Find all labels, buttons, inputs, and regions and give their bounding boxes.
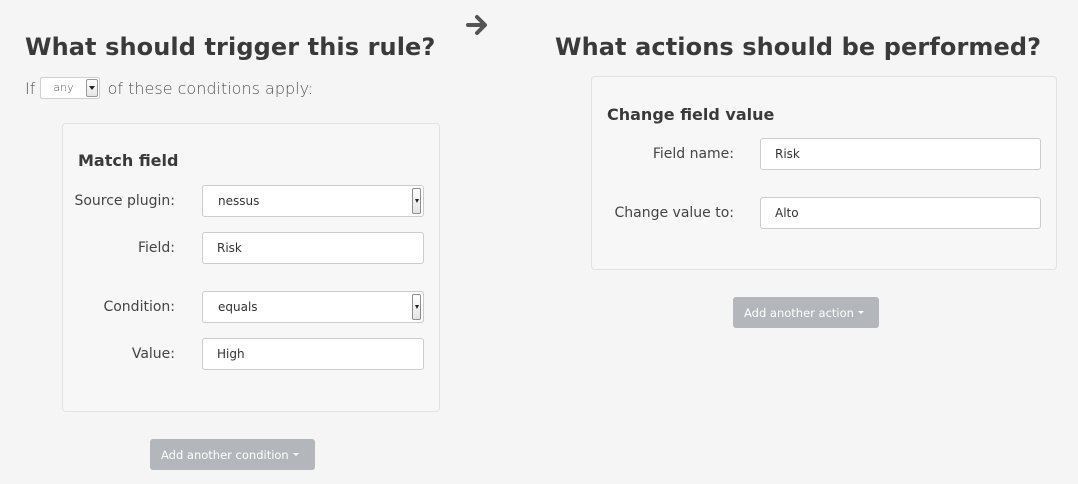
match-mode-select[interactable]: any	[40, 77, 100, 99]
trigger-section: What should trigger this rule? If any of…	[0, 0, 470, 484]
chevron-down-icon	[412, 188, 421, 214]
caret-down-icon	[292, 453, 299, 456]
source-plugin-select[interactable]: nessus	[202, 185, 424, 217]
actions-section: What actions should be performed? Change…	[540, 0, 1078, 484]
source-plugin-label: Source plugin:	[74, 193, 175, 209]
value-input[interactable]	[202, 338, 424, 370]
add-condition-button[interactable]: Add another condition	[150, 439, 315, 470]
add-condition-label: Add another condition	[161, 447, 289, 462]
arrow-right-icon	[466, 15, 487, 35]
change-field-panel: Change field value Field name: Change va…	[591, 76, 1057, 270]
match-field-title: Match field	[78, 151, 179, 170]
chevron-down-icon	[412, 294, 421, 320]
conditions-apply-label: of these conditions apply:	[107, 78, 314, 98]
add-action-button[interactable]: Add another action	[733, 297, 879, 328]
field-label: Field:	[137, 240, 175, 256]
actions-heading: What actions should be performed?	[555, 33, 1042, 61]
match-field-panel: Match field Source plugin: nessus Field:…	[62, 123, 440, 412]
trigger-heading: What should trigger this rule?	[25, 33, 436, 61]
field-name-input[interactable]	[760, 138, 1041, 170]
condition-value: equals	[218, 300, 258, 314]
condition-label: Condition:	[103, 299, 175, 315]
chevron-down-icon	[85, 79, 98, 97]
change-value-label: Change value to:	[614, 205, 734, 221]
field-name-label: Field name:	[652, 146, 734, 162]
source-plugin-value: nessus	[218, 194, 260, 208]
if-label: If	[25, 78, 36, 98]
add-action-label: Add another action	[744, 305, 854, 320]
value-label: Value:	[131, 346, 175, 362]
change-value-input[interactable]	[760, 197, 1041, 229]
caret-down-icon	[857, 311, 864, 314]
match-mode-line: If any of these conditions apply:	[25, 77, 313, 99]
match-mode-value: any	[53, 81, 74, 94]
change-field-title: Change field value	[607, 105, 775, 124]
field-input[interactable]	[202, 232, 424, 264]
condition-select[interactable]: equals	[202, 291, 424, 323]
